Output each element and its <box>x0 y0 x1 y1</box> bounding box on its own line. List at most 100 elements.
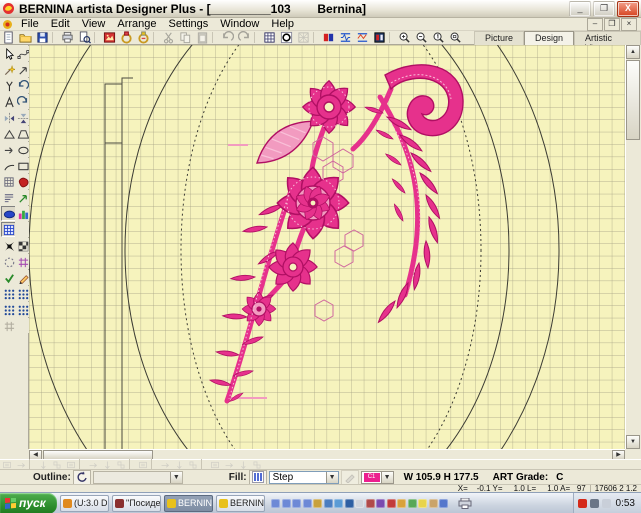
quicklaunch-window-icon-3[interactable] <box>292 499 301 508</box>
thread-color-select[interactable]: C1 ▼ <box>361 471 394 484</box>
flourish-tool[interactable] <box>1 238 16 253</box>
open-file-icon[interactable] <box>17 31 34 44</box>
circle-outline-tool[interactable] <box>1 254 16 269</box>
stitch-processor-icon[interactable] <box>354 31 371 44</box>
mirror-vertical-tool[interactable] <box>15 110 30 125</box>
quicklaunch-window-icon-4[interactable] <box>303 499 312 508</box>
quicklaunch-app-icon-8[interactable] <box>345 499 354 508</box>
travel-run-tool[interactable] <box>15 190 30 205</box>
outline-refresh-button[interactable] <box>73 470 91 485</box>
grid-toggle-icon[interactable] <box>261 31 278 44</box>
insert-picture-icon[interactable] <box>101 31 118 44</box>
dot-matrix-tool-c[interactable] <box>1 302 16 317</box>
open-object-tool[interactable] <box>15 62 30 77</box>
antivirus-tray-icon[interactable] <box>578 499 587 508</box>
design-canvas[interactable] <box>29 45 625 449</box>
print-icon[interactable] <box>59 31 76 44</box>
quicklaunch-app-icon-6[interactable] <box>324 499 333 508</box>
tick-tool[interactable] <box>1 270 16 285</box>
menu-arrange[interactable]: Arrange <box>111 18 162 30</box>
scroll-down-icon[interactable]: ▼ <box>626 435 640 449</box>
quicklaunch-app-icon-17[interactable] <box>439 499 448 508</box>
rectangle-tool[interactable] <box>15 158 30 173</box>
taskbar-button-3[interactable]: BERNINA ... <box>164 495 213 512</box>
dot-matrix-tool-b[interactable] <box>15 286 30 301</box>
printer-tray-icon[interactable] <box>458 498 472 509</box>
fill-pattern-button[interactable] <box>249 470 267 485</box>
fill-region-tool[interactable] <box>15 174 30 189</box>
rotate-ccw-tool[interactable] <box>15 78 30 93</box>
travel-tool[interactable] <box>1 142 16 157</box>
pencil-tool[interactable] <box>15 270 30 285</box>
perspective-tool[interactable] <box>15 126 30 141</box>
edit-outline-button[interactable] <box>341 470 359 485</box>
zoom-in-icon[interactable] <box>396 31 413 44</box>
scheduler-tray-icon[interactable] <box>590 499 599 508</box>
quicklaunch-app-icon-14[interactable] <box>408 499 417 508</box>
fill-type-select[interactable]: Step ▼ <box>269 471 339 484</box>
menu-help[interactable]: Help <box>265 18 300 30</box>
outline-design-tool[interactable] <box>1 174 16 189</box>
lettering-tool[interactable] <box>1 94 16 109</box>
tab-picture[interactable]: Picture <box>474 31 524 45</box>
hoop-layout-icon[interactable] <box>118 31 135 44</box>
new-document-icon[interactable] <box>0 31 17 44</box>
outline-type-select[interactable]: ▼ <box>93 471 183 484</box>
quicklaunch-app-icon-12[interactable] <box>387 499 396 508</box>
quicklaunch-window-icon-1[interactable] <box>271 499 280 508</box>
print-preview-icon[interactable] <box>76 31 93 44</box>
step-fill-tool[interactable] <box>1 222 16 237</box>
multicolor-fill-tool[interactable] <box>15 206 30 221</box>
taskbar-button-4[interactable]: BERNINA ... <box>216 495 265 512</box>
start-button[interactable]: пуск <box>0 493 57 513</box>
quicklaunch-app-icon-5[interactable] <box>313 499 322 508</box>
skew-tool[interactable] <box>1 126 16 141</box>
tab-artistic-view[interactable]: Artistic View <box>574 31 641 45</box>
taskbar-button-1[interactable]: (U:3.0 D:3... <box>60 495 109 512</box>
pattern-fill-tool[interactable] <box>15 238 30 253</box>
mirror-horizontal-tool[interactable] <box>1 110 16 125</box>
mdi-minimize-icon[interactable]: – <box>587 18 603 31</box>
vertical-scrollbar[interactable]: ▲ ▼ <box>625 45 640 449</box>
minimize-button[interactable]: _ <box>569 1 591 17</box>
lattice-gray-tool[interactable] <box>1 318 16 333</box>
save-icon[interactable] <box>34 31 51 44</box>
quicklaunch-app-icon-11[interactable] <box>376 499 385 508</box>
stitch-generator-icon[interactable] <box>337 31 354 44</box>
menu-settings[interactable]: Settings <box>163 18 215 30</box>
rotate-cw-tool[interactable] <box>15 94 30 109</box>
menu-edit[interactable]: Edit <box>45 18 76 30</box>
volume-tray-icon[interactable] <box>602 499 611 508</box>
mdi-close-icon[interactable]: × <box>621 18 637 31</box>
dot-matrix-tool-a[interactable] <box>1 286 16 301</box>
quicklaunch-window-icon-2[interactable] <box>282 499 291 508</box>
quicklaunch-app-icon-15[interactable] <box>418 499 427 508</box>
branch-tool[interactable] <box>1 78 16 93</box>
mdi-restore-icon[interactable]: ❐ <box>604 18 620 31</box>
zoom-box-icon[interactable] <box>447 31 464 44</box>
zoom-1to1-icon[interactable] <box>430 31 447 44</box>
zoom-out-icon[interactable] <box>413 31 430 44</box>
menu-window[interactable]: Window <box>214 18 265 30</box>
quicklaunch-app-icon-16[interactable] <box>429 499 438 508</box>
quicklaunch-app-icon-7[interactable] <box>334 499 343 508</box>
tab-design[interactable]: Design <box>524 31 574 45</box>
select-tool[interactable] <box>1 46 16 61</box>
restore-button[interactable]: ❐ <box>593 1 615 17</box>
vertical-scroll-thumb[interactable] <box>626 60 640 140</box>
hoop-template-icon[interactable] <box>135 31 152 44</box>
scroll-up-icon[interactable]: ▲ <box>626 45 640 59</box>
lattice-fill-tool[interactable] <box>15 254 30 269</box>
stitch-list-tool[interactable] <box>1 190 16 205</box>
close-button[interactable]: X <box>617 1 639 17</box>
ellipse-tool[interactable] <box>15 142 30 157</box>
reshape-tool[interactable] <box>15 46 30 61</box>
magic-wand-tool[interactable] <box>1 62 16 77</box>
menu-file[interactable]: File <box>15 18 45 30</box>
color-film-icon[interactable] <box>320 31 337 44</box>
quicklaunch-app-icon-13[interactable] <box>397 499 406 508</box>
quicklaunch-app-icon-9[interactable] <box>355 499 364 508</box>
taskbar-button-2[interactable]: "Посиделк... <box>112 495 161 512</box>
satin-fill-tool[interactable] <box>1 206 16 221</box>
arc-tool[interactable] <box>1 158 16 173</box>
